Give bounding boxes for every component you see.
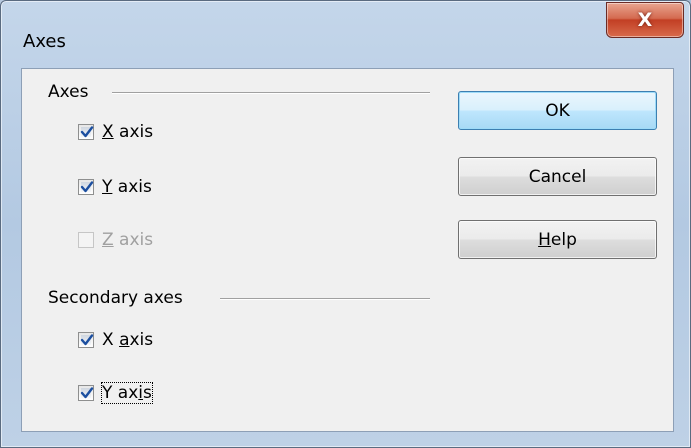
checkbox-secondary-x-axis[interactable]: X axis	[78, 330, 153, 350]
secondary-y-axis-label: Y axis	[101, 382, 153, 404]
z-axis-checkbox[interactable]	[78, 232, 94, 248]
secondary-y-axis-checkbox[interactable]	[78, 385, 94, 401]
secondary-axes-group-divider	[220, 298, 430, 300]
checkbox-x-axis[interactable]: X axis	[78, 122, 153, 142]
checkmark-icon	[80, 334, 94, 346]
dialog-title: Axes	[23, 31, 66, 52]
axes-dialog: Axes X Axes X axis Y axis Z axis Seconda…	[0, 0, 691, 448]
checkmark-icon	[80, 126, 94, 138]
y-axis-label: Y axis	[102, 177, 152, 197]
checkbox-z-axis[interactable]: Z axis	[78, 230, 153, 250]
y-axis-checkbox[interactable]	[78, 179, 94, 195]
secondary-x-axis-label: X axis	[102, 330, 154, 350]
help-button-label: Help	[538, 229, 577, 250]
z-axis-label: Z axis	[102, 230, 154, 250]
dialog-client-area: Axes X axis Y axis Z axis Secondary axes	[21, 68, 674, 432]
checkbox-secondary-y-axis[interactable]: Y axis	[78, 382, 153, 404]
title-bar[interactable]: Axes X	[1, 1, 690, 61]
checkmark-icon	[80, 387, 94, 399]
close-button[interactable]: X	[606, 2, 684, 38]
axes-group-label: Axes	[48, 82, 95, 102]
cancel-button[interactable]: Cancel	[458, 157, 657, 196]
checkbox-y-axis[interactable]: Y axis	[78, 177, 152, 197]
x-axis-label: X axis	[102, 122, 154, 142]
axes-group-divider	[112, 92, 430, 94]
checkmark-icon	[80, 181, 94, 193]
secondary-axes-group-label: Secondary axes	[48, 288, 189, 308]
ok-button[interactable]: OK	[458, 91, 657, 130]
help-button[interactable]: Help	[458, 220, 657, 259]
x-axis-checkbox[interactable]	[78, 124, 94, 140]
close-icon: X	[637, 9, 653, 31]
secondary-x-axis-checkbox[interactable]	[78, 332, 94, 348]
